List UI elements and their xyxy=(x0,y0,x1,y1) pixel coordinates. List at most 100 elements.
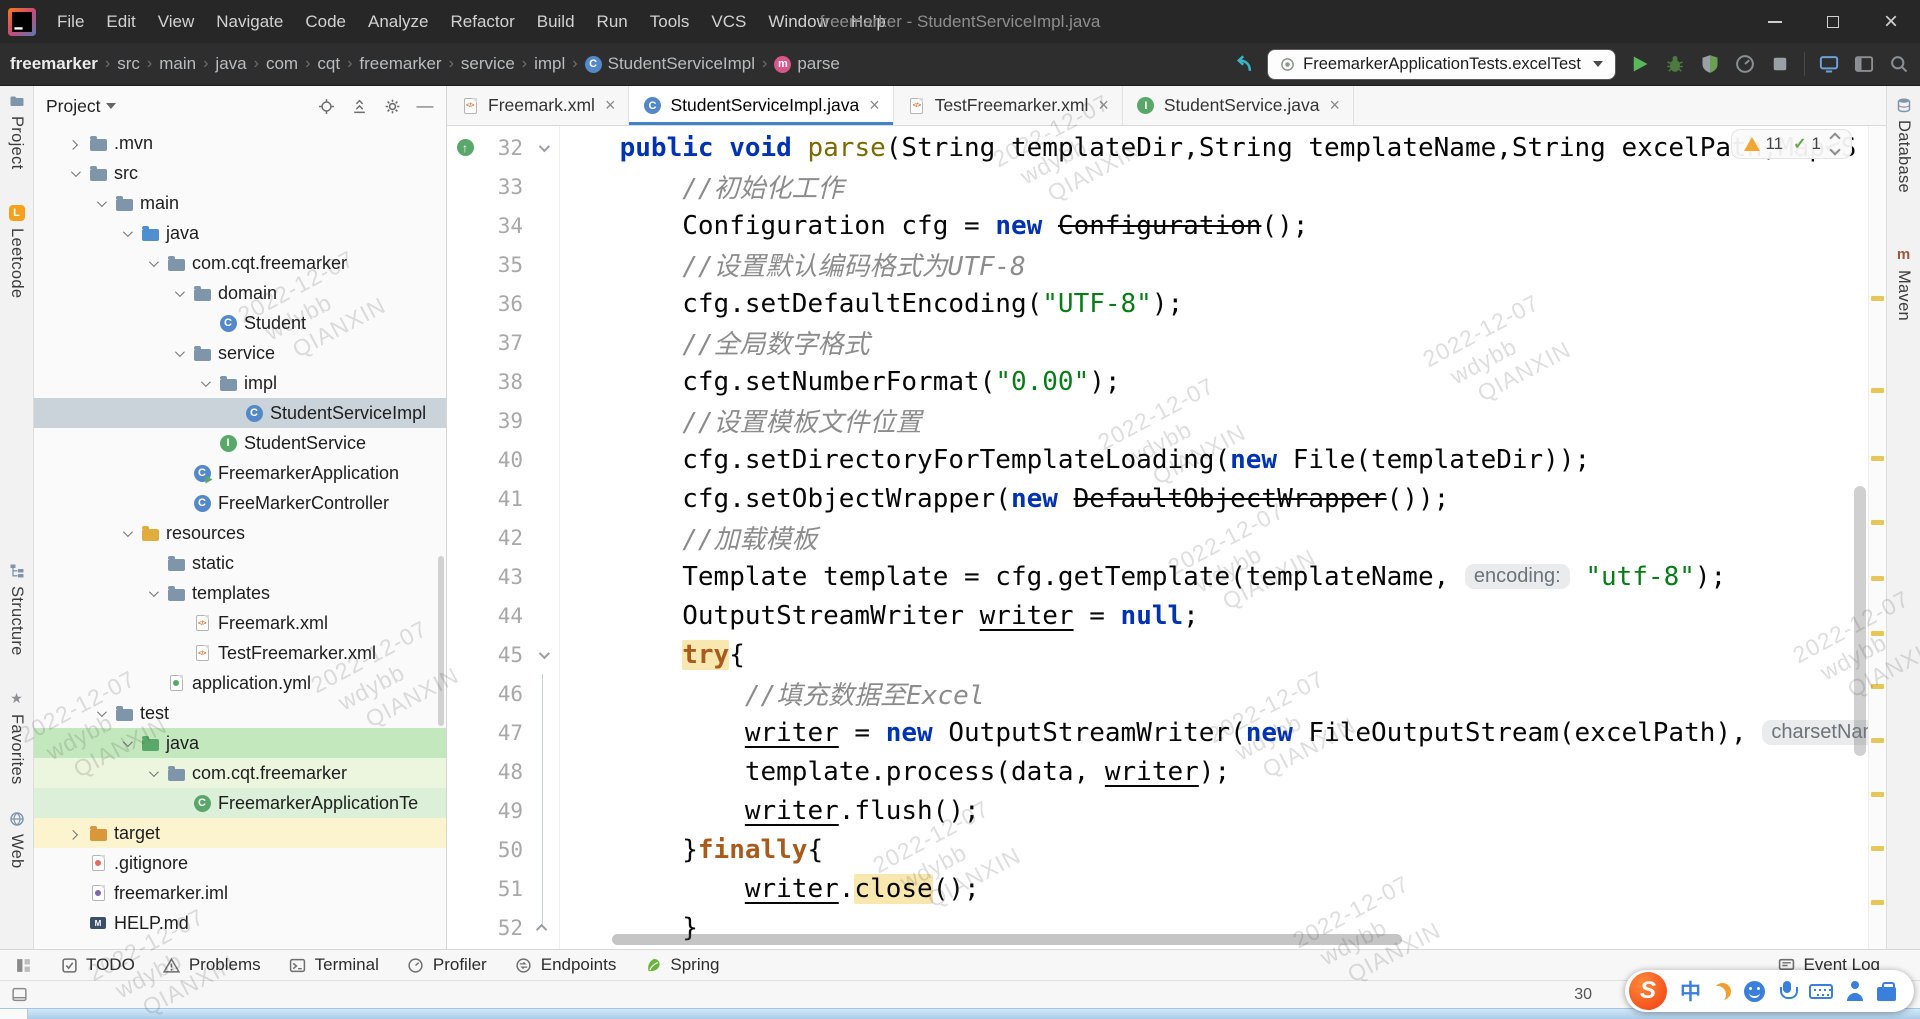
warning-stripe-mark[interactable] xyxy=(1871,900,1884,905)
menu-item-view[interactable]: View xyxy=(147,0,206,43)
menu-item-file[interactable]: File xyxy=(46,0,95,43)
tree-chevron[interactable] xyxy=(118,230,134,237)
tree-item-main[interactable]: main xyxy=(34,188,446,218)
emoji-icon[interactable] xyxy=(1744,981,1765,1002)
warning-stripe-mark[interactable] xyxy=(1871,738,1884,743)
fold-indicator[interactable] xyxy=(529,924,557,932)
tree-item-FreemarkerApplication[interactable]: CFreemarkerApplication xyxy=(34,458,446,488)
code-text[interactable]: }finally{ xyxy=(557,835,823,865)
menu-item-edit[interactable]: Edit xyxy=(95,0,146,43)
tool-window-switcher-icon[interactable] xyxy=(14,956,32,974)
tree-item-target[interactable]: target xyxy=(34,818,446,848)
toolbox-icon[interactable] xyxy=(1877,987,1896,1001)
tree-item-domain[interactable]: domain xyxy=(34,278,446,308)
project-tree-scrollbar[interactable] xyxy=(438,556,444,726)
tool-button-maven[interactable]: mMaven xyxy=(1887,246,1920,321)
tree-chevron[interactable] xyxy=(92,710,108,717)
previous-warning-icon[interactable] xyxy=(1829,132,1840,143)
tree-item-TestFreemarker.xml[interactable]: </>TestFreemarker.xml xyxy=(34,638,446,668)
breadcrumb-item-freemarker[interactable]: freemarker xyxy=(359,54,441,74)
breadcrumb-item-service[interactable]: service xyxy=(461,54,515,74)
tree-chevron[interactable] xyxy=(66,830,82,837)
sogou-logo-icon[interactable]: S xyxy=(1629,972,1667,1010)
tool-window-button-endpoints[interactable]: Endpoints xyxy=(515,955,617,975)
warning-count[interactable]: 11 xyxy=(1744,134,1783,154)
tree-item-src[interactable]: src xyxy=(34,158,446,188)
tree-item-java[interactable]: java xyxy=(34,218,446,248)
close-button[interactable]: × xyxy=(1862,0,1920,43)
menu-item-vcs[interactable]: VCS xyxy=(700,0,757,43)
tree-item-resources[interactable]: resources xyxy=(34,518,446,548)
code-text[interactable]: try{ xyxy=(557,640,745,670)
tree-chevron[interactable] xyxy=(66,140,82,147)
tab-TestFreemarker.xml[interactable]: </>TestFreemarker.xml× xyxy=(894,86,1123,125)
back-arrow-icon[interactable] xyxy=(1232,53,1254,75)
code-text[interactable]: //设置默认编码格式为UTF-8 xyxy=(557,246,1026,283)
virtual-keyboard-icon[interactable] xyxy=(1809,984,1833,999)
tool-button-leetcode[interactable]: LLeetcode xyxy=(0,204,33,298)
menu-item-run[interactable]: Run xyxy=(586,0,639,43)
menu-item-analyze[interactable]: Analyze xyxy=(357,0,439,43)
tree-chevron[interactable] xyxy=(170,290,186,297)
tree-item-service[interactable]: service xyxy=(34,338,446,368)
menu-item-refactor[interactable]: Refactor xyxy=(439,0,525,43)
tree-item-templates[interactable]: templates xyxy=(34,578,446,608)
account-icon[interactable] xyxy=(1846,981,1864,1001)
tab-StudentService.java[interactable]: IStudentService.java× xyxy=(1123,86,1354,125)
chinese-mode-icon[interactable]: 中 xyxy=(1680,976,1701,1006)
tree-item-Freemark.xml[interactable]: </>Freemark.xml xyxy=(34,608,446,638)
code-text[interactable]: //设置模板文件位置 xyxy=(557,402,922,439)
search-icon[interactable] xyxy=(1888,53,1910,75)
tree-chevron[interactable] xyxy=(196,380,212,387)
run-configuration-select[interactable]: FreemarkerApplicationTests.excelTest xyxy=(1267,49,1616,80)
menu-item-code[interactable]: Code xyxy=(294,0,357,43)
tool-button-favorites[interactable]: ★Favorites xyxy=(0,690,33,785)
warning-stripe-mark[interactable] xyxy=(1871,296,1884,301)
close-icon[interactable]: × xyxy=(605,95,616,116)
tree-item-FreemarkerApplicationTe[interactable]: CFreemarkerApplicationTe xyxy=(34,788,446,818)
code-text[interactable]: writer = new OutputStreamWriter(new File… xyxy=(557,718,1886,748)
tree-chevron[interactable] xyxy=(144,770,160,777)
tree-item-static[interactable]: static xyxy=(34,548,446,578)
tree-chevron[interactable] xyxy=(144,590,160,597)
tool-button-project[interactable]: Project xyxy=(0,92,33,169)
stop-button[interactable] xyxy=(1769,53,1791,75)
code-text[interactable]: template.process(data, writer); xyxy=(557,757,1230,787)
implementing-method-icon[interactable]: ↑ xyxy=(457,139,474,156)
close-icon[interactable]: × xyxy=(1098,95,1109,116)
warning-stripe-mark[interactable] xyxy=(1871,456,1884,461)
code-text[interactable]: writer.flush(); xyxy=(557,796,980,826)
tree-item-impl[interactable]: impl xyxy=(34,368,446,398)
tree-chevron[interactable] xyxy=(144,260,160,267)
tree-item-application.yml[interactable]: application.yml xyxy=(34,668,446,698)
code-editor[interactable]: ↑32 public void parse(String templateDir… xyxy=(447,126,1886,949)
breadcrumb-item-freemarker[interactable]: freemarker xyxy=(10,54,98,74)
locate-file-icon[interactable] xyxy=(317,97,335,115)
horizontal-scrollbar[interactable] xyxy=(612,934,1402,945)
close-icon[interactable]: × xyxy=(869,95,880,116)
tool-button-web[interactable]: Web xyxy=(0,810,33,869)
warning-stripe-mark[interactable] xyxy=(1871,631,1884,636)
warning-stripe-mark[interactable] xyxy=(1871,846,1884,851)
menu-item-tools[interactable]: Tools xyxy=(639,0,701,43)
breadcrumb-item-method[interactable]: mparse xyxy=(774,54,840,74)
fold-indicator[interactable] xyxy=(529,144,557,152)
layout-icon[interactable] xyxy=(1853,53,1875,75)
gear-icon[interactable] xyxy=(383,97,401,115)
tree-chevron[interactable] xyxy=(118,740,134,747)
code-text[interactable]: //加载模板 xyxy=(557,519,818,556)
tree-item-StudentService[interactable]: IStudentService xyxy=(34,428,446,458)
tree-item-.mvn[interactable]: .mvn xyxy=(34,128,446,158)
breadcrumb-item-impl[interactable]: impl xyxy=(534,54,565,74)
code-text[interactable]: writer.close(); xyxy=(557,874,980,904)
tree-item-test[interactable]: test xyxy=(34,698,446,728)
night-mode-icon[interactable] xyxy=(1714,983,1731,1000)
code-text[interactable]: cfg.setDirectoryForTemplateLoading(new F… xyxy=(557,445,1590,475)
tree-item-java[interactable]: java xyxy=(34,728,446,758)
ok-count[interactable]: ✓ 1 xyxy=(1793,134,1821,154)
tool-window-button-spring[interactable]: Spring xyxy=(644,955,719,975)
breadcrumb-item-class[interactable]: CStudentServiceImpl xyxy=(585,54,755,74)
tree-chevron[interactable] xyxy=(170,350,186,357)
fold-indicator[interactable] xyxy=(529,651,557,659)
menu-item-build[interactable]: Build xyxy=(526,0,586,43)
